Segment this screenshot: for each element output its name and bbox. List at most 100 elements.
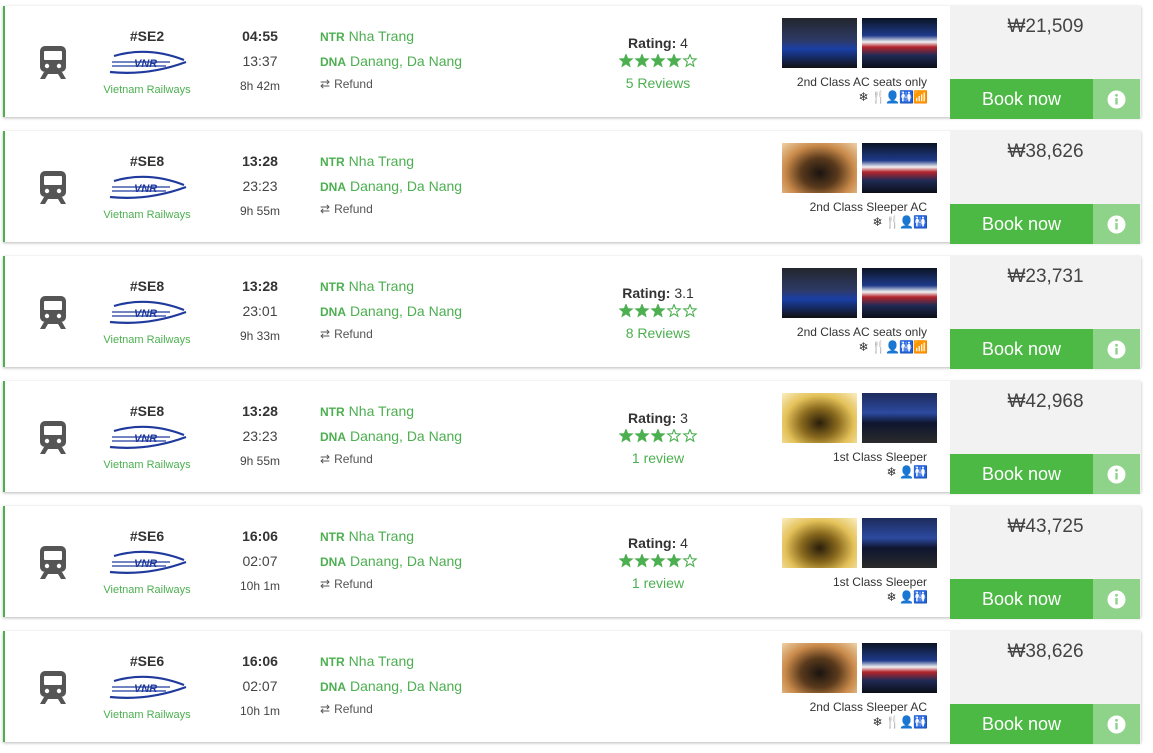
- class-photo-train-exterior[interactable]: [862, 143, 937, 193]
- to-station-code: DNA: [320, 430, 346, 444]
- amenities-list: ❄🍴👤🚻📶: [725, 340, 927, 354]
- trip-card: #SE6 VNR Vietnam Railways 16:06 02:07 10…: [3, 506, 1141, 619]
- trip-duration: 8h 42m: [239, 79, 281, 93]
- from-station[interactable]: NTR Nha Trang: [320, 528, 414, 544]
- refund-label: Refund: [334, 702, 373, 716]
- amenities-list: ❄🍴👤🚻: [725, 715, 927, 729]
- to-station[interactable]: DNA Danang, Da Nang: [320, 303, 462, 319]
- trip-duration: 9h 33m: [239, 329, 281, 343]
- reviews-link[interactable]: 5 Reviews: [603, 75, 713, 91]
- reviews-link[interactable]: 1 review: [603, 575, 713, 591]
- refund-info: ⇄ Refund: [320, 202, 373, 216]
- from-station[interactable]: NTR Nha Trang: [320, 403, 414, 419]
- to-station[interactable]: DNA Danang, Da Nang: [320, 178, 462, 194]
- reviews-link[interactable]: 1 review: [603, 450, 713, 466]
- trip-results-list: #SE2 VNR Vietnam Railways 04:55 13:37 8h…: [0, 0, 1153, 753]
- rating-label: Rating: 3: [603, 410, 713, 426]
- class-photo-train-exterior[interactable]: [862, 268, 937, 318]
- book-now-button[interactable]: Book now: [950, 204, 1093, 244]
- person-icon: 👤: [899, 215, 915, 229]
- info-button[interactable]: [1093, 704, 1140, 744]
- rating-value: 3: [680, 410, 688, 426]
- info-button[interactable]: [1093, 329, 1140, 369]
- info-icon: [1107, 90, 1126, 109]
- snowflake-icon: ❄: [872, 715, 884, 729]
- from-station[interactable]: NTR Nha Trang: [320, 653, 414, 669]
- operator-name: Vietnam Railways: [103, 209, 191, 221]
- class-photos: [782, 18, 942, 68]
- class-photo-train-exterior[interactable]: [862, 18, 937, 68]
- to-station[interactable]: DNA Danang, Da Nang: [320, 428, 462, 444]
- from-station-code: NTR: [320, 30, 345, 44]
- class-photos: [782, 268, 942, 318]
- refund-label: Refund: [334, 202, 373, 216]
- train-number: #SE8: [129, 403, 165, 419]
- class-photo-sleeper-cabin[interactable]: [782, 143, 857, 193]
- amenities-list: ❄👤🚻: [725, 465, 927, 479]
- class-photo-seat-car[interactable]: [782, 268, 857, 318]
- book-now-button[interactable]: Book now: [950, 704, 1093, 744]
- class-photo-train-staff[interactable]: [862, 393, 937, 443]
- book-now-button[interactable]: Book now: [950, 454, 1093, 494]
- to-station[interactable]: DNA Danang, Da Nang: [320, 678, 462, 694]
- refund-arrows-icon: ⇄: [320, 702, 331, 716]
- rating-caption: Rating:: [628, 410, 677, 426]
- seat-class-name: 2nd Class AC seats only: [796, 325, 927, 339]
- info-button[interactable]: [1093, 579, 1140, 619]
- from-station[interactable]: NTR Nha Trang: [320, 28, 414, 44]
- book-now-button[interactable]: Book now: [950, 329, 1093, 369]
- to-station[interactable]: DNA Danang, Da Nang: [320, 553, 462, 569]
- price-amount: ₩38,626: [1007, 641, 1084, 662]
- person-icon: 👤: [885, 340, 901, 354]
- train-number: #SE8: [129, 278, 165, 294]
- class-photo-seat-car[interactable]: [782, 18, 857, 68]
- class-photo-sleeper-cabin-gold[interactable]: [782, 393, 857, 443]
- wifi-icon: 📶: [913, 340, 929, 354]
- star-filled-icon: [634, 54, 650, 68]
- star-filled-icon: [619, 54, 634, 68]
- star-filled-icon: [650, 304, 666, 318]
- info-button[interactable]: [1093, 204, 1140, 244]
- class-photo-sleeper-cabin[interactable]: [782, 643, 857, 693]
- to-station[interactable]: DNA Danang, Da Nang: [320, 53, 462, 69]
- toilet-icon: 🚻: [913, 715, 929, 729]
- refund-label: Refund: [334, 452, 373, 466]
- rating-label: Rating: 4: [603, 535, 713, 551]
- trip-duration: 10h 1m: [239, 579, 281, 593]
- vnr-logo: VNR: [109, 550, 187, 574]
- info-button[interactable]: [1093, 79, 1140, 119]
- info-icon: [1107, 715, 1126, 734]
- price-panel: ₩42,968 Book now: [950, 381, 1141, 494]
- price-panel: ₩38,626 Book now: [950, 631, 1141, 744]
- person-icon: 👤: [899, 590, 915, 604]
- to-station-name: Danang, Da Nang: [350, 553, 463, 569]
- svg-text:VNR: VNR: [134, 683, 157, 695]
- price-amount: ₩21,509: [1007, 16, 1084, 37]
- train-number: #SE6: [129, 653, 165, 669]
- rating-label: Rating: 3.1: [603, 285, 713, 301]
- book-now-button[interactable]: Book now: [950, 579, 1093, 619]
- refund-arrows-icon: ⇄: [320, 77, 331, 91]
- reviews-link[interactable]: 8 Reviews: [603, 325, 713, 341]
- from-station-code: NTR: [320, 405, 345, 419]
- from-station[interactable]: NTR Nha Trang: [320, 278, 414, 294]
- operator-name: Vietnam Railways: [103, 459, 191, 471]
- star-filled-icon: [666, 54, 682, 68]
- info-button[interactable]: [1093, 454, 1140, 494]
- train-icon: [40, 171, 66, 204]
- svg-text:VNR: VNR: [134, 308, 157, 320]
- info-icon: [1107, 340, 1126, 359]
- rating-value: 3.1: [674, 285, 694, 301]
- rating-value: 4: [680, 535, 688, 551]
- price-panel: ₩23,731 Book now: [950, 256, 1141, 369]
- to-station-name: Danang, Da Nang: [350, 53, 463, 69]
- class-photo-train-exterior[interactable]: [862, 643, 937, 693]
- star-filled-icon: [650, 554, 666, 568]
- info-icon: [1107, 590, 1126, 609]
- class-photo-sleeper-cabin-gold[interactable]: [782, 518, 857, 568]
- from-station[interactable]: NTR Nha Trang: [320, 153, 414, 169]
- book-now-button[interactable]: Book now: [950, 79, 1093, 119]
- toilet-icon: 🚻: [913, 215, 929, 229]
- class-photo-train-staff[interactable]: [862, 518, 937, 568]
- vnr-logo: VNR: [109, 50, 187, 74]
